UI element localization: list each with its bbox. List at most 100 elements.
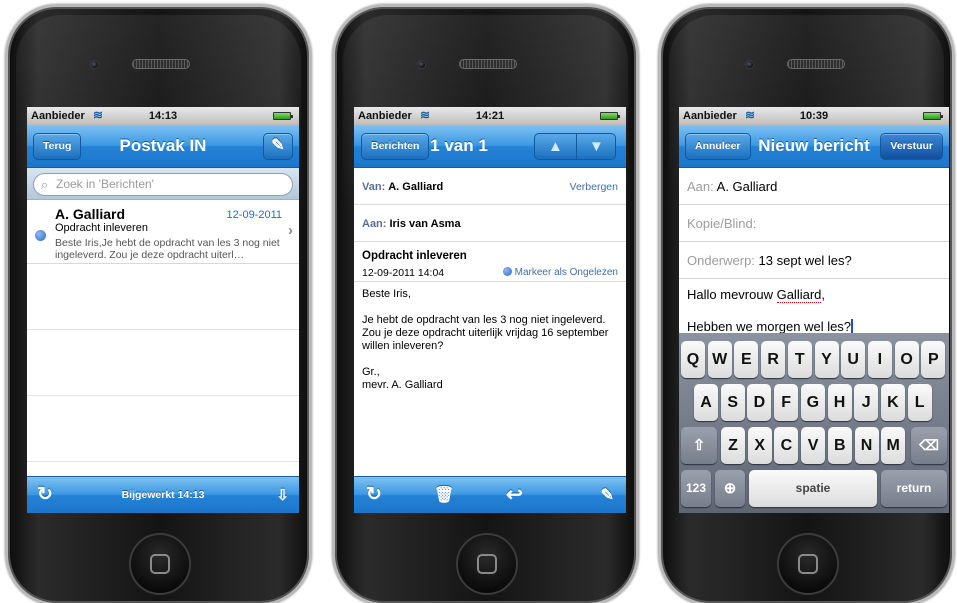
page-title: 1 van 1 xyxy=(430,136,488,155)
home-button[interactable] xyxy=(777,533,839,595)
key-m[interactable]: M xyxy=(881,427,906,464)
key-w[interactable]: W xyxy=(707,341,732,378)
key-c[interactable]: C xyxy=(774,427,799,464)
body-signature: mevr. A. Galliard xyxy=(362,379,443,391)
empty-row xyxy=(27,330,299,396)
search-icon: ⌕ xyxy=(41,177,49,192)
status-time: 10:39 xyxy=(799,110,829,122)
unread-dot-icon xyxy=(502,267,512,276)
phone-inbox: Aanbieder ≋ 14:13 Terug Postvak IN ✎ ⌕ Z… xyxy=(5,4,312,603)
message-nav-segment: ▲ ▼ xyxy=(534,133,616,160)
updated-status: Bijgewerkt 14:13 xyxy=(121,489,205,501)
key-y[interactable]: Y xyxy=(814,341,839,378)
speaker xyxy=(787,59,845,69)
return-key[interactable]: return xyxy=(881,470,947,507)
to-label: Aan: xyxy=(362,218,387,230)
compose-icon: ✎ xyxy=(271,137,285,154)
key-o[interactable]: O xyxy=(894,341,919,378)
phone-compose: Aanbieder ≋ 10:39 Annuleer Nieuw bericht… xyxy=(658,4,955,603)
subject-field[interactable]: Onderwerp: 13 sept wel les? xyxy=(679,242,949,279)
nav-bar: Annuleer Nieuw bericht Verstuur xyxy=(679,125,949,168)
empty-row xyxy=(27,264,299,330)
key-q[interactable]: Q xyxy=(681,341,705,378)
key-v[interactable]: V xyxy=(801,427,826,464)
message-timestamp: 12-09-2011 14:04 xyxy=(362,267,445,279)
key-h[interactable]: H xyxy=(827,384,852,421)
status-bar: Aanbieder ≋ 14:21 xyxy=(354,107,626,125)
to-value[interactable]: Iris van Asma xyxy=(389,218,460,230)
page-title: Postvak IN xyxy=(119,136,207,155)
status-time: 14:21 xyxy=(475,110,505,122)
camera xyxy=(745,60,754,69)
spellcheck-word: Galliard xyxy=(776,287,822,303)
send-button[interactable]: Verstuur xyxy=(880,133,943,160)
message-subject: Opdracht inleveren xyxy=(55,222,148,234)
compose-icon[interactable]: ✎ xyxy=(601,485,614,505)
key-k[interactable]: K xyxy=(880,384,905,421)
space-key[interactable]: spatie xyxy=(749,470,877,507)
mark-unread-link[interactable]: Markeer als Ongelezen xyxy=(502,267,618,278)
inbox-screen: Aanbieder ≋ 14:13 Terug Postvak IN ✎ ⌕ Z… xyxy=(27,107,299,513)
reply-icon[interactable]: ↩ xyxy=(506,482,523,507)
search-input[interactable]: ⌕ Zoek in 'Berichten' xyxy=(33,173,293,196)
cc-bcc-field[interactable]: Kopie/Blind: xyxy=(679,205,949,242)
shift-key[interactable]: ⇧ xyxy=(681,427,717,464)
keyboard-row-2: A S D F G H J K L xyxy=(679,384,949,427)
globe-icon: ⊕ xyxy=(723,480,737,497)
arrow-up-icon[interactable]: ▲ xyxy=(548,138,563,155)
cancel-button[interactable]: Annuleer xyxy=(685,133,751,160)
key-s[interactable]: S xyxy=(720,384,745,421)
status-bar: Aanbieder ≋ 14:13 xyxy=(27,107,299,125)
key-p[interactable]: P xyxy=(921,341,946,378)
backspace-key[interactable]: ⌫ xyxy=(911,427,947,464)
arrow-down-icon[interactable]: ▼ xyxy=(589,138,604,155)
home-button[interactable] xyxy=(456,533,518,595)
compose-screen: Aanbieder ≋ 10:39 Annuleer Nieuw bericht… xyxy=(679,107,949,513)
empty-row xyxy=(27,396,299,462)
numbers-key[interactable]: 123 xyxy=(681,470,711,507)
key-x[interactable]: X xyxy=(747,427,772,464)
bottom-toolbar: ↻ Bijgewerkt 14:13 ⇩ xyxy=(27,476,299,513)
key-b[interactable]: B xyxy=(827,427,852,464)
subject-label: Onderwerp: xyxy=(687,253,755,268)
phone-message-detail: Aanbieder ≋ 14:21 Berichten 1 van 1 ▲ ▼ … xyxy=(332,4,639,603)
refresh-icon[interactable]: ↻ xyxy=(366,483,382,506)
to-field[interactable]: Aan: A. Galliard xyxy=(679,168,949,205)
key-l[interactable]: L xyxy=(907,384,932,421)
key-d[interactable]: D xyxy=(747,384,772,421)
key-i[interactable]: I xyxy=(867,341,892,378)
camera xyxy=(90,60,99,69)
body-line-1: Hallo mevrouw Galliard, xyxy=(687,287,826,303)
bottom-toolbar: ↻ 🗑 ↩ ✎ xyxy=(354,476,626,513)
key-j[interactable]: J xyxy=(854,384,879,421)
key-e[interactable]: E xyxy=(734,341,759,378)
key-t[interactable]: T xyxy=(787,341,812,378)
message-from: A. Galliard xyxy=(55,206,126,222)
message-body: Beste Iris, Je hebt de opdracht van les … xyxy=(354,282,626,398)
detail-screen: Aanbieder ≋ 14:21 Berichten 1 van 1 ▲ ▼ … xyxy=(354,107,626,513)
key-f[interactable]: F xyxy=(774,384,799,421)
key-z[interactable]: Z xyxy=(721,427,745,464)
keyboard-row-1: Q W E R T Y U I O P xyxy=(679,341,949,384)
body-closing: Gr., xyxy=(362,366,380,378)
search-bar: ⌕ Zoek in 'Berichten' xyxy=(27,168,299,200)
key-n[interactable]: N xyxy=(854,427,879,464)
body-text: Je hebt de opdracht van les 3 nog niet i… xyxy=(362,314,609,352)
to-value: A. Galliard xyxy=(716,179,778,194)
hide-details-link[interactable]: Verbergen xyxy=(570,181,618,193)
page-title: Nieuw bericht xyxy=(758,136,870,155)
key-r[interactable]: R xyxy=(761,341,786,378)
key-u[interactable]: U xyxy=(841,341,866,378)
trash-icon[interactable]: 🗑 xyxy=(434,485,454,505)
key-g[interactable]: G xyxy=(800,384,825,421)
move-folder-icon[interactable]: ⇩ xyxy=(276,486,289,504)
compose-button[interactable]: ✎ xyxy=(263,133,293,160)
globe-key[interactable]: ⊕ xyxy=(715,470,745,507)
key-a[interactable]: A xyxy=(694,384,718,421)
text-caret xyxy=(851,319,854,334)
unread-dot-icon xyxy=(35,230,46,241)
keyboard: Q W E R T Y U I O P A S D F G H J K L ⇧ … xyxy=(679,333,949,513)
from-value[interactable]: A. Galliard xyxy=(388,181,443,193)
home-button[interactable] xyxy=(129,533,191,595)
message-list-item[interactable]: A. Galliard 12-09-2011 Opdracht inlevere… xyxy=(27,200,299,264)
